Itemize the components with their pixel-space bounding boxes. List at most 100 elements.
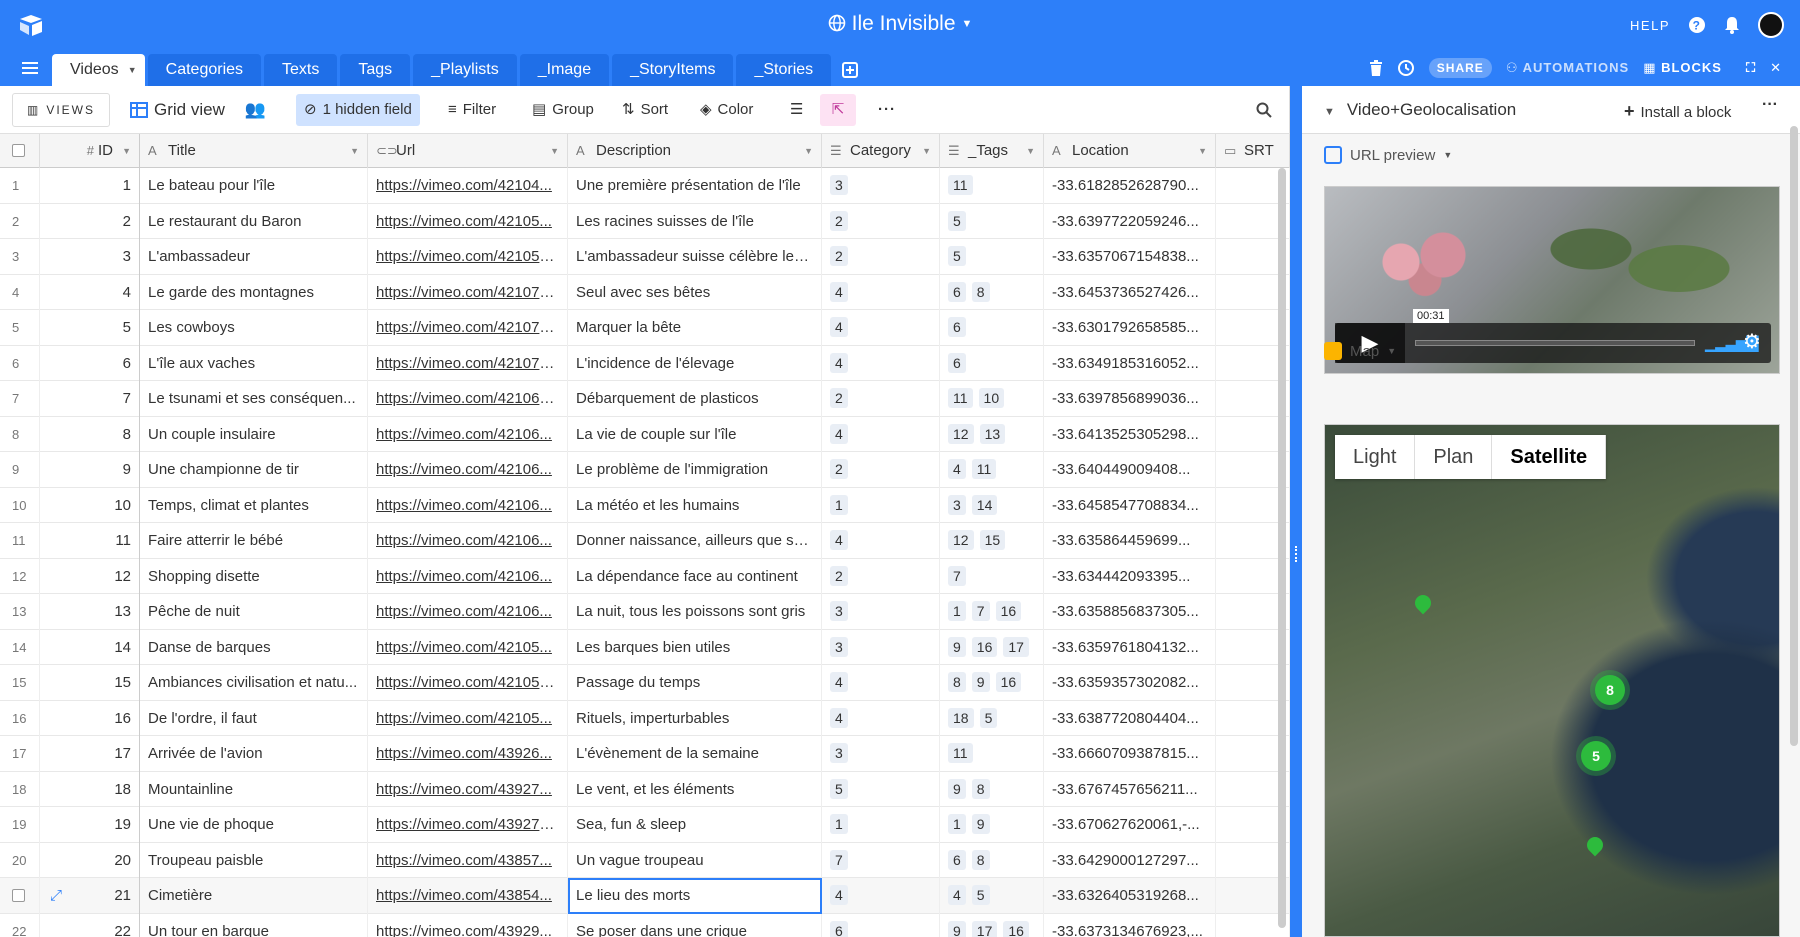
tag-chip[interactable]: 6: [948, 352, 966, 373]
cell-category[interactable]: 5: [822, 771, 940, 807]
cell-tags[interactable]: 6: [940, 310, 1044, 346]
cell-url[interactable]: https://vimeo.com/439271...: [368, 807, 568, 843]
cell-description[interactable]: La nuit, tous les poissons sont gris: [568, 594, 822, 630]
cell-location[interactable]: -33.635864459699...: [1044, 523, 1216, 559]
cell-description[interactable]: L'évènement de la semaine: [568, 736, 822, 772]
cell-title[interactable]: L'île aux vaches: [140, 345, 368, 381]
chevron-down-icon[interactable]: ▼: [550, 134, 559, 168]
cell-location[interactable]: -33.6182852628790...: [1044, 168, 1216, 204]
cell-tags[interactable]: 9 16 17: [940, 629, 1044, 665]
cell-url[interactable]: https://vimeo.com/42106...: [368, 416, 568, 452]
cell-url[interactable]: https://vimeo.com/43929...: [368, 913, 568, 937]
tag-chip[interactable]: 11: [948, 388, 973, 408]
close-icon[interactable]: ✕: [1770, 60, 1782, 76]
cell-tags[interactable]: 4 11: [940, 452, 1044, 488]
category-chip[interactable]: 4: [830, 885, 848, 905]
cell-id[interactable]: 7: [40, 381, 140, 417]
cell-tags[interactable]: 6: [940, 345, 1044, 381]
table-row[interactable]: 19 19 Une vie de phoque https://vimeo.com/4…: [0, 807, 1290, 843]
map-block-header[interactable]: Map ▼: [1324, 342, 1396, 360]
chevron-down-icon[interactable]: ▼: [122, 134, 131, 168]
tag-chip[interactable]: 16: [1003, 920, 1029, 937]
tag-chip[interactable]: 11: [971, 459, 997, 479]
cell-location[interactable]: -33.6373134676923,...: [1044, 913, 1216, 937]
tag-chip[interactable]: 7: [948, 565, 966, 586]
table-row[interactable]: 8 8 Un couple insulaire https://vimeo.com/4…: [0, 416, 1290, 452]
table-row[interactable]: 20 20 Troupeau paisble https://vimeo.com/43…: [0, 842, 1290, 878]
table-row[interactable]: 6 6 L'île aux vaches https://vimeo.com/4210…: [0, 345, 1290, 381]
cell-tags[interactable]: 12 15: [940, 523, 1044, 559]
map-pin-icon[interactable]: [1411, 591, 1435, 615]
category-chip[interactable]: 5: [830, 778, 848, 799]
cell-url[interactable]: https://vimeo.com/421077...: [368, 345, 568, 381]
cell-location[interactable]: -33.6359357302082...: [1044, 665, 1216, 701]
cell-title[interactable]: Les cowboys: [140, 310, 368, 346]
column-header-title[interactable]: A Title ▼: [140, 134, 368, 168]
cell-description[interactable]: Passage du temps: [568, 665, 822, 701]
chevron-down-icon[interactable]: ▼: [804, 134, 813, 168]
cell-category[interactable]: 1: [822, 807, 940, 843]
cell-location[interactable]: -33.670627620061,-...: [1044, 807, 1216, 843]
share-view-button[interactable]: ⇱: [820, 94, 856, 126]
cell-location[interactable]: -33.6397856899036...: [1044, 381, 1216, 417]
cell-url[interactable]: https://vimeo.com/421078...: [368, 310, 568, 346]
cell-location[interactable]: -33.634442093395...: [1044, 558, 1216, 594]
cell-description[interactable]: L'incidence de l'élevage: [568, 345, 822, 381]
share-button[interactable]: SHARE: [1428, 58, 1492, 78]
cell-title[interactable]: Shopping disette: [140, 558, 368, 594]
cell-tags[interactable]: 45: [940, 878, 1044, 914]
cell-id[interactable]: 15: [40, 665, 140, 701]
cell-description[interactable]: La météo et les humains: [568, 487, 822, 523]
category-chip[interactable]: 4: [830, 707, 848, 728]
cell-title[interactable]: De l'ordre, il faut: [140, 700, 368, 736]
cell-category[interactable]: 2: [822, 203, 940, 239]
cell-title[interactable]: Le tsunami et ses conséquen...: [140, 381, 368, 417]
cell-description[interactable]: La dépendance face au continent: [568, 558, 822, 594]
cell-tags[interactable]: 5: [940, 203, 1044, 239]
cell-description[interactable]: Marquer la bête: [568, 310, 822, 346]
cell-location[interactable]: -33.6397722059246...: [1044, 203, 1216, 239]
cell-title[interactable]: L'ambassadeur: [140, 239, 368, 275]
tag-chip[interactable]: 16: [995, 672, 1022, 692]
table-row[interactable]: 18 18 Mountainline https://vimeo.com/43927.…: [0, 771, 1290, 807]
cell-id[interactable]: 8: [40, 416, 140, 452]
category-chip[interactable]: 4: [830, 672, 848, 692]
tab-stories[interactable]: _Stories: [736, 54, 832, 86]
column-header-srt[interactable]: ▭ SRT: [1216, 134, 1290, 168]
cell-location[interactable]: -33.6387720804404...: [1044, 700, 1216, 736]
cell-title[interactable]: Troupeau paisble: [140, 842, 368, 878]
cell-url[interactable]: https://vimeo.com/43857...: [368, 842, 568, 878]
cell-title[interactable]: Un couple insulaire: [140, 416, 368, 452]
cell-tags[interactable]: 11: [940, 736, 1044, 772]
tag-chip[interactable]: 15: [979, 530, 1006, 550]
category-chip[interactable]: 6: [830, 920, 848, 937]
cell-description[interactable]: Les barques bien utiles: [568, 629, 822, 665]
category-chip[interactable]: 1: [830, 494, 848, 515]
cell-description[interactable]: Seul avec ses bêtes: [568, 274, 822, 310]
cell-category[interactable]: 4: [822, 700, 940, 736]
cell-id[interactable]: 12: [40, 558, 140, 594]
cell-location[interactable]: -33.6767457656211...: [1044, 771, 1216, 807]
cell-id[interactable]: 10: [40, 487, 140, 523]
cell-tags[interactable]: 18 5: [940, 700, 1044, 736]
category-chip[interactable]: 4: [830, 352, 848, 373]
cell-category[interactable]: 2: [822, 558, 940, 594]
cell-tags[interactable]: 7: [940, 558, 1044, 594]
cell-category[interactable]: 3: [822, 168, 940, 204]
table-row[interactable]: 14 14 Danse de barques https://vimeo.com/42…: [0, 629, 1290, 665]
tag-chip[interactable]: 6: [948, 849, 966, 870]
cell-category[interactable]: 2: [822, 239, 940, 275]
map-cluster[interactable]: 8: [1595, 675, 1625, 705]
dashboard-title[interactable]: ▼ Video+Geolocalisation: [1324, 100, 1516, 120]
table-row[interactable]: 22 22 Un tour en barque https://vimeo.com/4…: [0, 913, 1290, 937]
map-pin-icon[interactable]: [1583, 833, 1607, 857]
cell-id[interactable]: 14: [40, 629, 140, 665]
cell-tags[interactable]: 68: [940, 274, 1044, 310]
column-header-tags[interactable]: ☰ _Tags ▼: [940, 134, 1044, 168]
blocks-button[interactable]: ▦ BLOCKS: [1643, 60, 1722, 76]
cell-location[interactable]: -33.6358856837305...: [1044, 594, 1216, 630]
cell-category[interactable]: 4: [822, 310, 940, 346]
table-row[interactable]: 7 7 Le tsunami et ses conséquen... https://…: [0, 381, 1290, 417]
cell-category[interactable]: 2: [822, 452, 940, 488]
cell-title[interactable]: Une vie de phoque: [140, 807, 368, 843]
